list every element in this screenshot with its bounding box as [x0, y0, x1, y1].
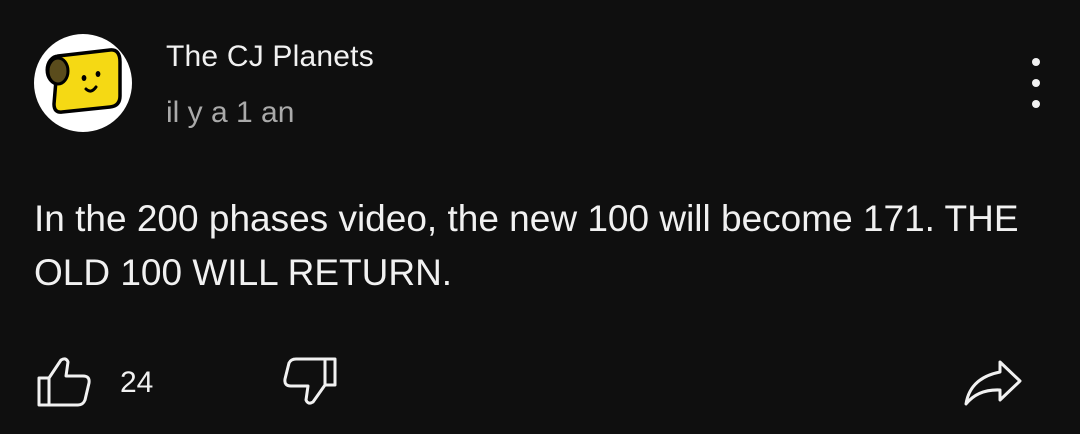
avatar-character-icon	[45, 48, 122, 114]
thumbs-down-icon	[283, 357, 337, 405]
comment-author-name[interactable]: The CJ Planets	[166, 40, 374, 74]
comment-timestamp: il y a 1 an	[166, 96, 295, 129]
thumbs-up-icon	[37, 357, 91, 407]
comment-text: In the 200 phases video, the new 100 wil…	[34, 198, 1019, 293]
share-arrow-icon	[964, 360, 1022, 406]
ellipsis-dot-icon	[1032, 58, 1040, 66]
like-button[interactable]	[36, 356, 92, 408]
ellipsis-dot-icon	[1032, 100, 1040, 108]
share-button[interactable]	[962, 356, 1024, 408]
more-options-button[interactable]	[1016, 58, 1056, 108]
author-avatar[interactable]	[34, 34, 132, 132]
like-count: 24	[120, 366, 154, 399]
ellipsis-dot-icon	[1032, 79, 1040, 87]
dislike-button[interactable]	[282, 354, 338, 406]
